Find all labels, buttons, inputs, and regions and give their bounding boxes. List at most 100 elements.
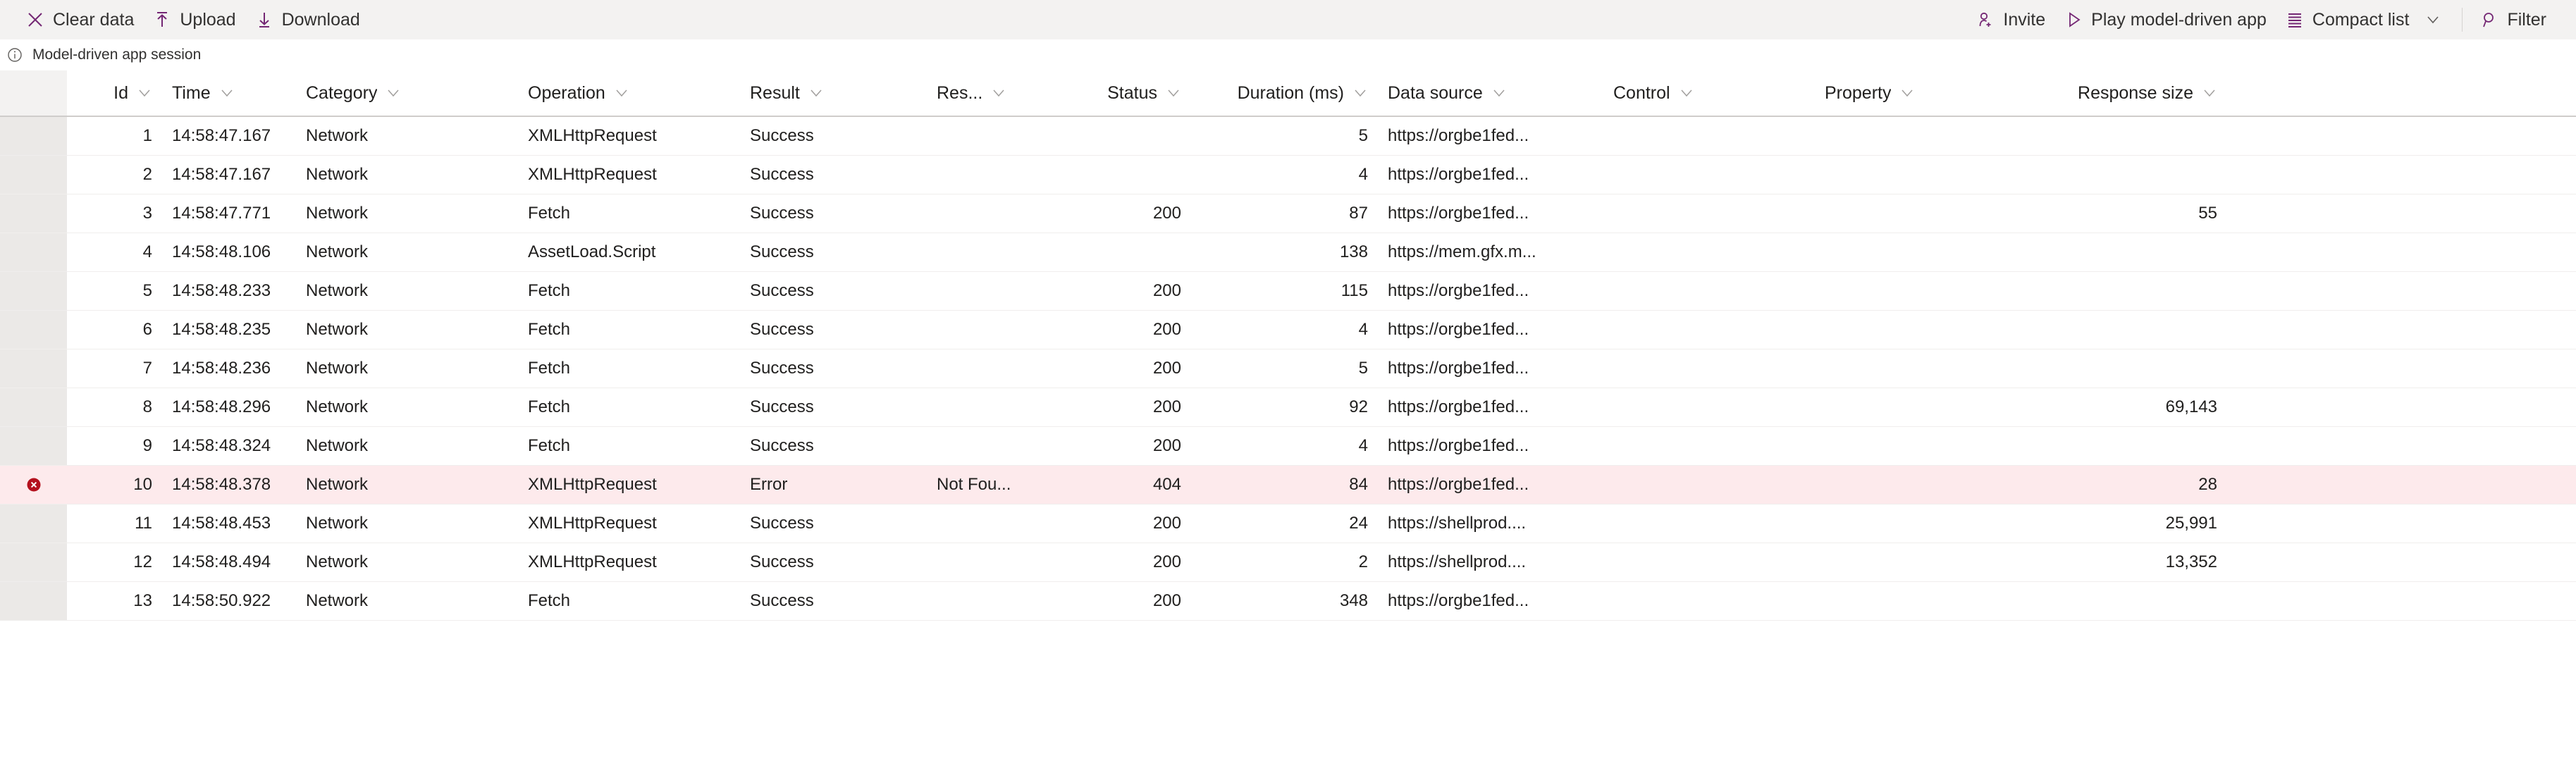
cell-datasource: https://shellprod.... xyxy=(1388,514,1527,533)
cell-time: 14:58:50.922 xyxy=(172,591,271,610)
cell-time: 14:58:48.494 xyxy=(172,552,271,571)
row-status-gutter xyxy=(0,194,67,233)
cell-operation: AssetLoad.Script xyxy=(528,242,656,261)
cell-id: 11 xyxy=(135,514,152,533)
row-status-gutter xyxy=(0,117,67,155)
column-header-time[interactable]: Time xyxy=(162,83,296,104)
cell-id: 6 xyxy=(142,320,152,339)
cell-datasource: https://orgbe1fed... xyxy=(1388,281,1529,300)
person-add-icon xyxy=(1976,10,1995,30)
chevron-down-icon[interactable] xyxy=(1899,85,1915,101)
cell-operation: Fetch xyxy=(528,436,571,455)
play-model-driven-app-label: Play model-driven app xyxy=(2091,9,2267,30)
column-header-result[interactable]: Result xyxy=(740,83,927,104)
cell-time: 14:58:48.233 xyxy=(172,281,271,300)
cell-datasource: https://orgbe1fed... xyxy=(1388,591,1529,610)
chevron-down-icon[interactable] xyxy=(614,85,629,101)
cell-status: 200 xyxy=(1152,514,1181,533)
cell-datasource: https://orgbe1fed... xyxy=(1388,204,1529,223)
chevron-down-icon[interactable] xyxy=(137,85,152,101)
play-model-driven-app-button[interactable]: Play model-driven app xyxy=(2057,5,2278,35)
column-header-control[interactable]: Control xyxy=(1603,83,1815,104)
table-row[interactable]: 3 14:58:47.771 Network Fetch Success 200 87 htt… xyxy=(0,194,2576,233)
cell-datasource: https://orgbe1fed... xyxy=(1388,320,1529,339)
table-row[interactable]: 11 14:58:48.453 Network XMLHttpRequest Succe… xyxy=(0,504,2576,543)
cell-duration: 115 xyxy=(1341,281,1368,300)
table-row[interactable]: 8 14:58:48.296 Network Fetch Success 200 92 htt… xyxy=(0,388,2576,427)
column-header-label: Category xyxy=(306,82,378,103)
table-row[interactable]: 9 14:58:48.324 Network Fetch Success 200 4 http… xyxy=(0,427,2576,466)
table-row[interactable]: 5 14:58:48.233 Network Fetch Success 200 115 ht… xyxy=(0,272,2576,311)
cell-result: Success xyxy=(750,242,814,261)
upload-button[interactable]: Upload xyxy=(145,5,247,35)
cell-duration: 24 xyxy=(1349,514,1368,533)
table-row[interactable]: 1 14:58:47.167 Network XMLHttpRequest Succes… xyxy=(0,117,2576,156)
chevron-down-icon[interactable] xyxy=(1166,85,1181,101)
cell-status: 200 xyxy=(1152,591,1181,610)
cell-result: Success xyxy=(750,591,814,610)
column-header-label: Duration (ms) xyxy=(1237,82,1344,103)
compact-list-label: Compact list xyxy=(2312,9,2410,30)
clear-data-button[interactable]: Clear data xyxy=(18,5,145,35)
table-row[interactable]: 10 14:58:48.378 Network XMLHttpRequest Error… xyxy=(0,466,2576,504)
column-header-category[interactable]: Category xyxy=(296,83,518,104)
cell-time: 14:58:47.167 xyxy=(172,165,271,184)
filter-button[interactable]: Filter xyxy=(2472,5,2558,35)
cell-operation: XMLHttpRequest xyxy=(528,165,657,184)
cell-category: Network xyxy=(306,359,369,378)
telemetry-grid: Id Time Category Operation Result Res... Statu… xyxy=(0,70,2576,621)
column-header-responsesize[interactable]: Response size xyxy=(2023,83,2227,104)
column-header-label: Response size xyxy=(2078,82,2193,103)
search-magnifier-icon xyxy=(2479,10,2499,30)
column-header-label: Res... xyxy=(937,82,983,103)
cell-operation: XMLHttpRequest xyxy=(528,552,657,571)
chevron-down-icon[interactable] xyxy=(219,85,235,101)
cell-id: 13 xyxy=(133,591,152,610)
column-header-id[interactable]: Id xyxy=(67,83,162,104)
column-header-reason[interactable]: Res... xyxy=(927,83,1057,104)
cell-time: 14:58:48.378 xyxy=(172,475,271,494)
cell-result: Success xyxy=(750,281,814,300)
invite-button[interactable]: Invite xyxy=(1968,5,2057,35)
table-row[interactable]: 7 14:58:48.236 Network Fetch Success 200 5 http… xyxy=(0,349,2576,388)
row-status-gutter xyxy=(0,466,67,504)
column-header-status[interactable]: Status xyxy=(1057,83,1191,104)
table-row[interactable]: 12 14:58:48.494 Network XMLHttpRequest Succe… xyxy=(0,543,2576,582)
table-row[interactable]: 13 14:58:50.922 Network Fetch Success 200 348 h… xyxy=(0,582,2576,621)
row-status-gutter xyxy=(0,388,67,426)
column-header-property[interactable]: Property xyxy=(1815,83,2023,104)
cell-datasource: https://orgbe1fed... xyxy=(1388,165,1529,184)
chevron-down-icon[interactable] xyxy=(991,85,1006,101)
table-row[interactable]: 6 14:58:48.235 Network Fetch Success 200 4 http… xyxy=(0,311,2576,349)
cell-category: Network xyxy=(306,475,369,494)
compact-list-button[interactable]: Compact list xyxy=(2278,5,2453,35)
chevron-down-icon[interactable] xyxy=(1679,85,1694,101)
chevron-down-icon[interactable] xyxy=(1491,85,1507,101)
chevron-down-icon[interactable] xyxy=(808,85,824,101)
download-label: Download xyxy=(281,9,360,30)
toolbar-left-group: Clear data Upload Download xyxy=(18,5,371,35)
download-button[interactable]: Download xyxy=(247,5,371,35)
cell-id: 10 xyxy=(133,475,152,494)
cell-status: 200 xyxy=(1152,281,1181,300)
chevron-down-icon[interactable] xyxy=(386,85,401,101)
cell-id: 12 xyxy=(133,552,152,571)
chevron-down-icon[interactable] xyxy=(1352,85,1368,101)
cell-duration: 4 xyxy=(1358,320,1368,339)
cell-id: 1 xyxy=(142,126,152,145)
chevron-down-icon[interactable] xyxy=(2202,85,2217,101)
cell-status: 200 xyxy=(1152,204,1181,223)
column-header-datasource[interactable]: Data source xyxy=(1378,83,1603,104)
table-row[interactable]: 4 14:58:48.106 Network AssetLoad.Script Succ… xyxy=(0,233,2576,272)
upload-arrow-icon xyxy=(152,10,172,30)
cell-category: Network xyxy=(306,591,369,610)
row-status-gutter xyxy=(0,349,67,388)
list-lines-icon xyxy=(2285,10,2305,30)
cell-result: Success xyxy=(750,514,814,533)
invite-label: Invite xyxy=(2003,9,2046,30)
table-row[interactable]: 2 14:58:47.167 Network XMLHttpRequest Succes… xyxy=(0,156,2576,194)
cell-datasource: https://orgbe1fed... xyxy=(1388,397,1529,416)
column-header-duration[interactable]: Duration (ms) xyxy=(1191,83,1378,104)
session-bar: Model-driven app session xyxy=(0,39,2576,70)
column-header-operation[interactable]: Operation xyxy=(518,83,740,104)
